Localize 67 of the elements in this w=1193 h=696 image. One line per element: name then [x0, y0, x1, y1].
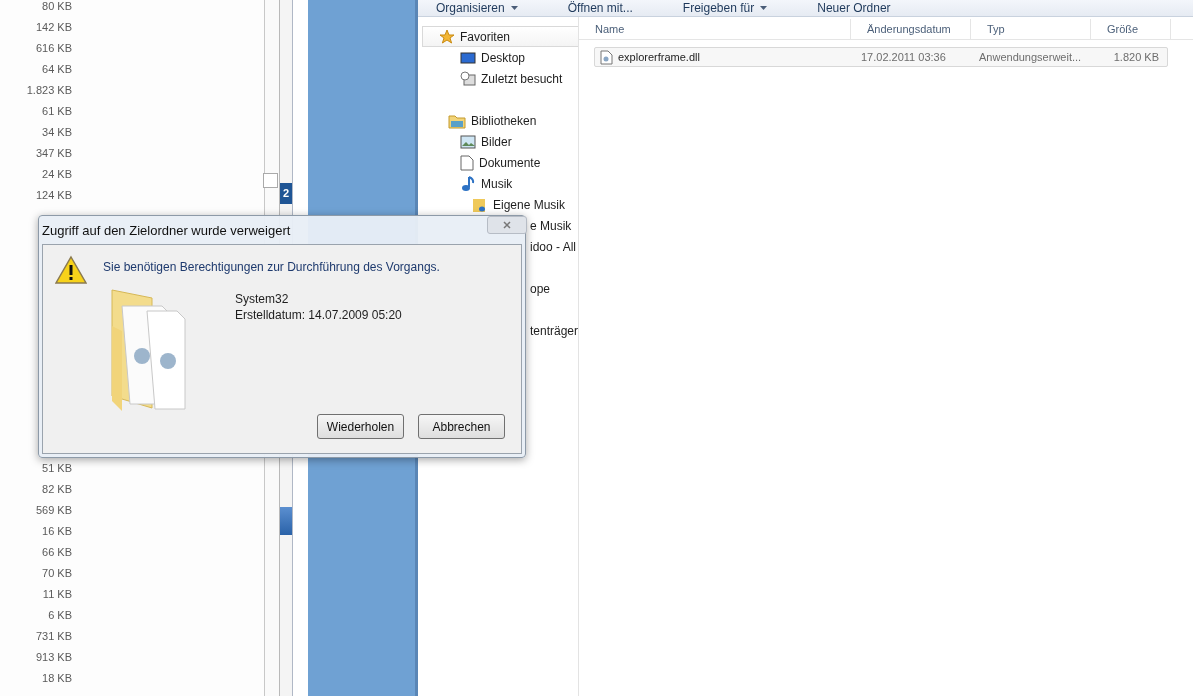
file-size: 124 KB [34, 189, 72, 203]
nav-item[interactable]: Dokumente [418, 152, 578, 173]
star-icon [439, 28, 455, 45]
gear-file-icon [600, 49, 613, 65]
dialog-title: Zugriff auf den Zielordner wurde verweigert [42, 222, 291, 238]
file-size: 51 KB [41, 462, 72, 476]
file-size: 616 KB [34, 42, 72, 56]
scroll-thumb[interactable] [263, 173, 278, 188]
file-size: 1.823 KB [25, 84, 72, 98]
warning-icon [55, 255, 87, 285]
file-size: 34 KB [41, 126, 72, 140]
nav-item-label[interactable]: tenträger [530, 323, 578, 338]
monitor-icon [460, 50, 476, 65]
file-type: Anwendungserweit... [978, 51, 1083, 63]
column-header[interactable]: Typ [971, 19, 1091, 39]
file-size: 18 KB [41, 672, 72, 686]
toolbar-button[interactable]: Neuer Ordner [817, 1, 941, 15]
nav-item-label[interactable]: e Musik [530, 218, 572, 233]
file-size: 913 KB [34, 651, 72, 665]
close-button[interactable] [487, 216, 527, 234]
nav-item[interactable]: Musik [418, 173, 578, 194]
nav-group[interactable]: Favoriten [422, 26, 578, 47]
dialog-message: Sie benötigen Berechtigungen zur Durchführung des Vorgangs. [103, 259, 440, 274]
toolbar-button[interactable]: Öffnen mit... [567, 1, 683, 15]
dialog-button[interactable]: Wiederholen [317, 414, 404, 439]
file-size: 61 KB [41, 105, 72, 119]
close-icon [503, 221, 511, 229]
column-header[interactable]: Änderungsdatum [851, 19, 971, 39]
file-size: 142 KB [34, 21, 72, 35]
nav-item[interactable]: Eigene Musik [418, 194, 578, 215]
file-size: 64 KB [41, 63, 72, 77]
number-badge: 2 [280, 183, 292, 204]
column-header[interactable]: Größe [1091, 19, 1171, 39]
document-icon [460, 154, 474, 171]
nav-item-label[interactable]: ope [530, 281, 551, 296]
toolbar-button[interactable]: Organisieren [436, 1, 568, 15]
file-size: 80 KB [41, 0, 72, 14]
file-size: 1.820 KB [1112, 51, 1160, 63]
column-header[interactable]: Name [579, 19, 851, 39]
side-tab[interactable] [280, 507, 292, 535]
window-clock-icon [460, 70, 476, 87]
file-size: 16 KB [41, 525, 72, 539]
file-size: 347 KB [34, 147, 72, 161]
file-size: 82 KB [41, 483, 72, 497]
file-size: 70 KB [41, 567, 72, 581]
file-size: 11 KB [41, 588, 72, 602]
nav-item-label[interactable]: idoo - All [530, 239, 577, 254]
nav-item[interactable]: Bilder [418, 131, 578, 152]
file-row[interactable]: explorerframe.dll 17.02.2011 03:36 Anwendungserweit... 1.820 KB [594, 47, 1168, 67]
file-date: 17.02.2011 03:36 [860, 51, 947, 63]
file-name: explorerframe.dll [618, 51, 700, 63]
picture-icon [460, 134, 476, 149]
music-folder-icon [472, 196, 488, 213]
file-size: 569 KB [34, 504, 72, 518]
file-size: 24 KB [41, 168, 72, 182]
dialog-button[interactable]: Abbrechen [418, 414, 505, 439]
file-size: 6 KB [47, 609, 72, 623]
file-size: 66 KB [41, 546, 72, 560]
nav-item[interactable]: Zuletzt besucht [418, 68, 578, 89]
folder-name: System32 [235, 291, 290, 307]
nav-item[interactable]: Desktop [418, 47, 578, 68]
file-size: 731 KB [34, 630, 72, 644]
nav-group[interactable]: Bibliotheken [418, 110, 578, 131]
music-note-icon [460, 175, 476, 192]
folder-date: Erstelldatum: 14.07.2009 05:20 [235, 307, 402, 323]
toolbar-button[interactable]: Freigeben für [682, 1, 818, 15]
folder-icon [448, 112, 466, 129]
